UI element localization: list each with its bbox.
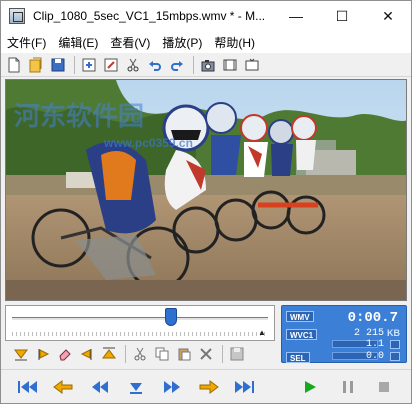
eraser-icon[interactable] bbox=[55, 344, 75, 364]
mark-in-icon[interactable] bbox=[11, 344, 31, 364]
menu-help[interactable]: 帮助(H) bbox=[208, 34, 261, 51]
import-icon[interactable] bbox=[79, 55, 99, 75]
watermark-text: 河东软件园 bbox=[14, 102, 145, 132]
bitrate-unit: KB bbox=[387, 328, 400, 338]
maximize-button[interactable]: ☐ bbox=[319, 1, 365, 31]
menu-edit[interactable]: 编辑(E) bbox=[52, 34, 104, 51]
go-to-start-button[interactable] bbox=[15, 375, 41, 399]
pause-button[interactable] bbox=[335, 375, 361, 399]
redo-icon[interactable] bbox=[167, 55, 187, 75]
menu-bar: 文件(F) 编辑(E) 查看(V) 播放(P) 帮助(H) bbox=[1, 31, 411, 53]
delete-icon[interactable] bbox=[196, 344, 216, 364]
selection-tag: SEL bbox=[286, 351, 310, 363]
window-title: Clip_1080_5sec_VC1_15mbps.wmv * - M... bbox=[33, 9, 266, 23]
new-file-icon[interactable] bbox=[4, 55, 24, 75]
play-button[interactable] bbox=[297, 375, 323, 399]
menu-file[interactable]: 文件(F) bbox=[1, 34, 52, 51]
previous-mark-button[interactable] bbox=[51, 375, 77, 399]
copy-icon[interactable] bbox=[152, 344, 172, 364]
open-file-icon[interactable] bbox=[26, 55, 46, 75]
playback-bar bbox=[1, 369, 411, 403]
paste-icon[interactable] bbox=[174, 344, 194, 364]
toolbar-separator bbox=[74, 55, 75, 74]
rewind-button[interactable] bbox=[87, 375, 113, 399]
snapshot-icon[interactable] bbox=[198, 55, 218, 75]
value-indicator bbox=[390, 340, 400, 349]
properties-icon[interactable] bbox=[242, 55, 262, 75]
stop-button[interactable] bbox=[371, 375, 397, 399]
undo-icon[interactable] bbox=[145, 55, 165, 75]
go-to-end-button[interactable] bbox=[231, 375, 257, 399]
toolbar-separator bbox=[222, 345, 223, 363]
seek-ticks bbox=[12, 332, 268, 336]
toolbar-separator bbox=[125, 345, 126, 363]
time-display: 0:00.7 bbox=[347, 310, 398, 326]
export-icon[interactable] bbox=[101, 55, 121, 75]
watermark-url: www.pc0359.cn bbox=[104, 136, 193, 150]
selection-indicator bbox=[390, 352, 400, 361]
frame-step-button[interactable] bbox=[123, 375, 149, 399]
frames-icon[interactable] bbox=[220, 55, 240, 75]
title-bar[interactable]: Clip_1080_5sec_VC1_15mbps.wmv * - M... —… bbox=[1, 1, 411, 31]
format-tag: WMV bbox=[286, 310, 314, 322]
bitrate-value: 2 215 bbox=[353, 328, 384, 339]
menu-play[interactable]: 播放(P) bbox=[156, 34, 208, 51]
edit-toolbar bbox=[11, 343, 273, 365]
video-frame[interactable]: 河东软件园 www.pc0359.cn bbox=[5, 79, 407, 301]
mark-out-cursor-icon[interactable] bbox=[77, 344, 97, 364]
app-icon bbox=[9, 8, 25, 24]
secondary-value: 1.1 bbox=[365, 339, 384, 350]
cut-icon[interactable] bbox=[123, 55, 143, 75]
next-mark-button[interactable] bbox=[195, 375, 221, 399]
seek-track[interactable] bbox=[12, 317, 268, 321]
seek-thumb[interactable] bbox=[164, 308, 177, 326]
save-segment-icon[interactable] bbox=[227, 344, 247, 364]
info-panel: WMV 0:00.7 WVC1 2 215 KB 1.1 SEL 0.0 bbox=[281, 305, 407, 363]
toolbar-separator bbox=[193, 55, 194, 74]
selection-value: 0.0 bbox=[365, 351, 384, 362]
scissors-icon[interactable] bbox=[130, 344, 150, 364]
close-button[interactable]: ✕ bbox=[365, 1, 411, 31]
mark-in-cursor-icon[interactable] bbox=[33, 344, 53, 364]
main-toolbar bbox=[1, 53, 411, 77]
save-icon[interactable] bbox=[48, 55, 68, 75]
fast-forward-button[interactable] bbox=[159, 375, 185, 399]
seek-panel: ▲ bbox=[5, 305, 275, 341]
app-window: Clip_1080_5sec_VC1_15mbps.wmv * - M... —… bbox=[0, 0, 412, 404]
codec-tag: WVC1 bbox=[286, 328, 318, 340]
minimize-button[interactable]: — bbox=[273, 1, 319, 31]
seek-marker-icon: ▲ bbox=[258, 328, 266, 337]
menu-view[interactable]: 查看(V) bbox=[104, 34, 156, 51]
mark-out-icon[interactable] bbox=[99, 344, 119, 364]
